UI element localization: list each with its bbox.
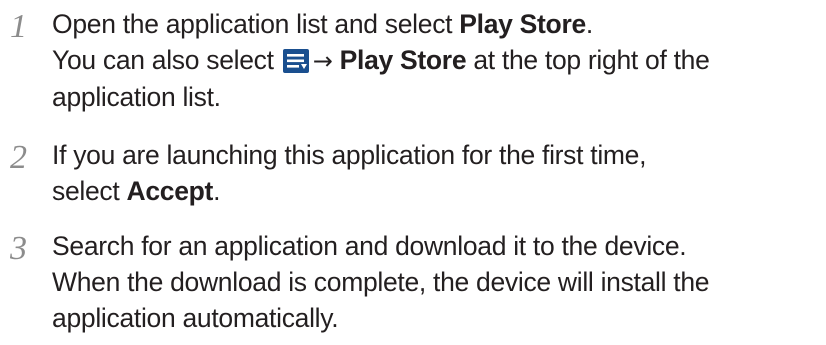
step-text: Open the application list and select Pla… [52, 6, 822, 115]
step-number: 3 [10, 230, 27, 267]
step-number: 1 [10, 8, 27, 45]
step-line: Search for an application and download i… [52, 231, 687, 261]
step-text: Search for an application and download i… [52, 228, 822, 336]
step-line: If you are launching this application fo… [52, 140, 647, 170]
accept-label: Accept [126, 176, 214, 206]
play-store-label: Play Store [459, 9, 586, 39]
step-line: When the download is complete, the devic… [52, 267, 710, 297]
step-line: You can also select → Play Store at the … [52, 45, 710, 75]
step-line: select Accept. [52, 176, 221, 206]
menu-list-icon [282, 46, 309, 73]
step-line: application automatically. [52, 303, 339, 333]
step-line: application list. [52, 82, 221, 112]
play-store-label: Play Store [339, 45, 467, 75]
step-text: If you are launching this application fo… [52, 137, 822, 209]
step-line: Open the application list and select Pla… [52, 9, 593, 39]
arrow-icon: → [312, 47, 333, 75]
step-number: 2 [10, 139, 27, 176]
